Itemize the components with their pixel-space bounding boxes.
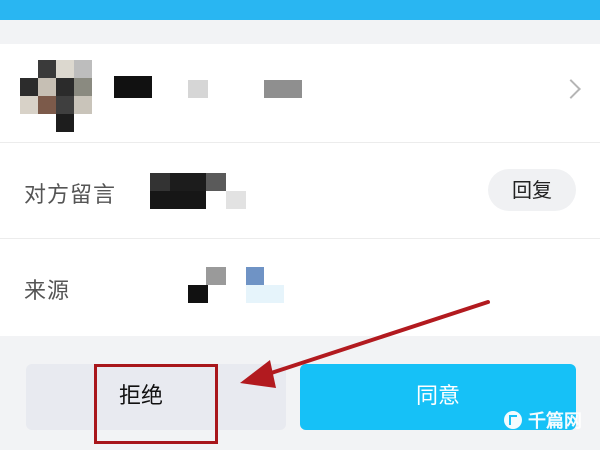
source-redacted [206,267,226,285]
message-redacted [206,173,226,191]
source-redacted [188,285,208,303]
username-redacted [188,80,208,98]
source-label: 来源 [24,279,71,304]
source-row: 来源 [0,238,600,337]
chevron-right-icon[interactable] [561,79,581,99]
source-redacted [246,267,264,285]
watermark-text: 千篇网 [528,411,582,432]
source-redacted [246,285,284,303]
action-bar: 拒绝 同意 [0,336,600,450]
username-redacted [114,76,152,98]
profile-row[interactable] [0,44,600,142]
top-spacer [0,20,600,44]
message-redacted [150,173,170,191]
highlight-box [94,364,218,444]
message-redacted [226,191,246,209]
message-row: 对方留言 回复 [0,142,600,239]
message-redacted [150,191,206,209]
watermark: 千篇网 [504,408,582,432]
watermark-logo-icon [504,411,522,429]
top-bar [0,0,600,20]
message-label: 对方留言 [24,183,117,208]
username-redacted [264,80,302,98]
friend-request-screen: 对方留言 回复 来源 拒绝 同意 千篇网 [0,0,600,450]
request-card: 对方留言 回复 来源 [0,44,600,337]
message-redacted [170,173,206,191]
avatar[interactable] [20,60,98,132]
reply-button[interactable]: 回复 [488,169,576,211]
